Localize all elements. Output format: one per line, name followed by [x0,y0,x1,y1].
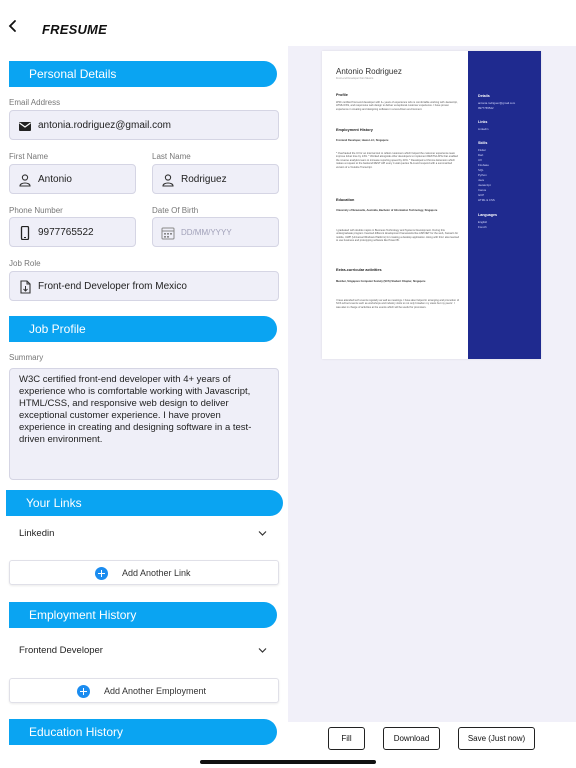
resume-language: English [478,220,488,224]
job-role-label: Job Role [9,259,41,268]
resume-detail-email: antonia.rodriguez@gmail.com [478,101,516,105]
resume-sidebar: Details antonia.rodriguez@gmail.com 9977… [468,51,541,359]
section-title: Employment History [29,608,137,622]
resume-employment-text: * Overhauled the UI for an internal tool… [336,152,458,169]
employment-dropdown-frontend-developer[interactable]: Frontend Developer [9,636,279,666]
save-button[interactable]: Save (Just now) [458,727,535,750]
resume-detail-phone: 9977765522 [478,106,494,110]
dob-placeholder: DD/MM/YYYY [181,228,232,237]
section-title: Education History [29,725,124,739]
section-education-history[interactable]: Education History [9,719,277,745]
last-name-label: Last Name [152,152,191,161]
first-name-label: First Name [9,152,49,161]
plus-circle-icon [77,685,90,698]
chevron-down-icon [258,648,267,653]
section-title: Job Profile [29,322,86,336]
dob-field[interactable]: DD/MM/YYYY [152,217,279,247]
resume-education-title: University of Newcastle, Australia, Bach… [336,209,438,212]
job-role-field[interactable]: Front-end Developer from Mexico [9,271,279,301]
first-name-field[interactable]: Antonio [9,164,136,194]
app-title: FRESUME [42,22,107,37]
chevron-down-icon [258,531,267,536]
first-name-value: Antonio [38,174,72,185]
section-your-links[interactable]: Your Links [6,490,283,516]
resume-extra-text: I have attended tech events regularly as… [336,299,459,309]
back-arrow-icon[interactable] [6,19,20,33]
section-employment-history[interactable]: Employment History [9,602,277,628]
fill-button[interactable]: Fill [328,727,365,750]
section-title: Personal Details [29,67,117,81]
resume-education-heading: Education [336,198,355,202]
resume-extra-title: Member, Singapore Computer Society (SCS)… [336,280,426,283]
resume-skill: Dart [478,153,484,157]
home-indicator [200,760,376,764]
calendar-icon [161,227,175,240]
resume-link-item: Linkedin [478,127,489,131]
summary-label: Summary [9,353,44,362]
resume-profile-text: W3C certified front-end developer with 4… [336,101,458,111]
section-title: Your Links [26,496,82,510]
link-dropdown-linkedin[interactable]: Linkedin [9,519,279,549]
add-employment-label: Add Another Employment [104,686,207,696]
resume-details-heading: Details [478,94,490,98]
dob-label: Date Of Birth [152,206,199,215]
email-field[interactable]: antonia.rodriguez@gmail.com [9,110,279,140]
resume-skill: HTML & CSS [478,198,495,202]
download-button[interactable]: Download [383,727,440,750]
resume-name: Antonio Rodriguez [336,67,402,76]
phone-icon [20,226,30,240]
resume-employment-heading: Employment History [336,128,373,132]
plus-circle-icon [95,567,108,580]
last-name-field[interactable]: Rodriguez [152,164,279,194]
add-employment-button[interactable]: Add Another Employment [9,678,279,703]
add-link-button[interactable]: Add Another Link [9,560,279,585]
resume-language: French [478,225,487,229]
summary-textarea[interactable]: W3C certified front-end developer with 4… [9,368,279,480]
phone-value: 9977765522 [38,227,94,238]
email-value: antonia.rodriguez@gmail.com [38,120,171,131]
document-icon [20,280,31,294]
job-role-value: Front-end Developer from Mexico [38,281,187,292]
last-name-value: Rodriguez [181,174,227,185]
resume-skill: Python [478,173,487,177]
employment-item-label: Frontend Developer [19,645,103,656]
resume-skill: UX [478,158,482,162]
email-label: Email Address [9,98,61,107]
resume-languages-heading: Languages [478,213,497,217]
phone-field[interactable]: 9977765522 [9,217,136,247]
resume-skill: Canva [478,188,487,192]
resume-profile-heading: Profile [336,93,348,97]
resume-skill: Firebase [478,163,489,167]
resume-education-text: I graduated with double majors in Busine… [336,229,460,243]
resume-employment-title: Frontend Developer, Hewa LLC, Singapore [336,139,389,142]
section-personal-details[interactable]: Personal Details [9,61,277,87]
resume-skill: Flutter [478,148,486,152]
mail-icon [19,122,31,131]
person-icon [19,174,31,187]
resume-extra-heading: Extra-curricular activities [336,268,382,272]
resume-preview[interactable]: Antonio Rodriguez Front-end Developer fr… [322,51,541,359]
resume-skill: Java [478,178,484,182]
top-bar: FRESUME [0,0,576,46]
person-icon [162,174,174,187]
resume-skill: Javascript [478,183,491,187]
resume-subtitle: Front-end Developer from Mexico [336,77,374,80]
section-job-profile[interactable]: Job Profile [9,316,277,342]
phone-label: Phone Number [9,206,63,215]
add-link-label: Add Another Link [122,568,191,578]
resume-links-heading: Links [478,120,488,124]
link-item-label: Linkedin [19,528,55,539]
resume-skill: SQL [478,168,484,172]
resume-form[interactable]: Personal Details Email Address antonia.r… [0,46,288,768]
resume-skills-heading: Skills [478,141,488,145]
resume-skill: GCP [478,193,485,197]
